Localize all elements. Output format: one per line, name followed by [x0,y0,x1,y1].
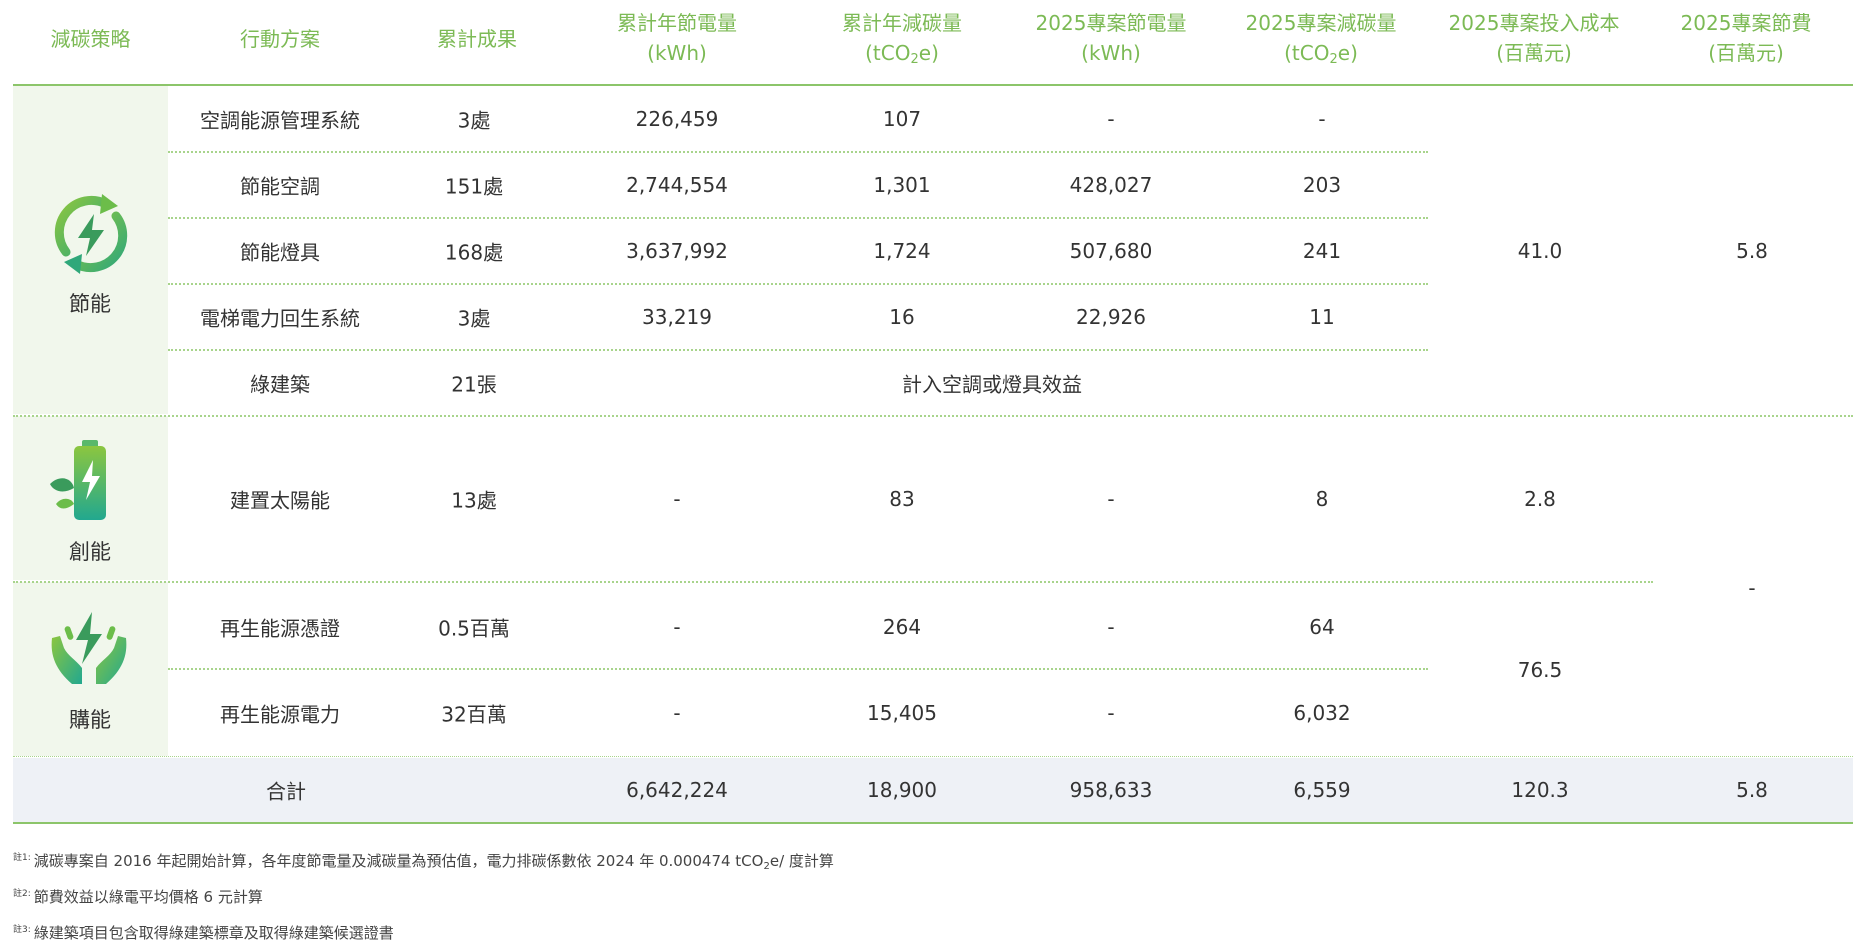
hands-energy-icon [51,612,127,684]
row-proj-t: 8 [1315,487,1329,511]
row-proj-kwh: 22,926 [1076,305,1146,329]
row-divider [168,217,1428,219]
header-proj-saving-line2: (kWh) [1081,41,1141,65]
row-cum-kwh: - [673,615,681,639]
total-fee: 5.8 [1736,778,1768,802]
header-proj-reduction: 2025專案減碳量 (tCO2e) [1210,8,1432,75]
footnote-3: 註3: 綠建築項目包含取得綠建築標章及取得綠建築候選證書 [13,924,394,942]
create-buy-fee: - [1748,576,1756,600]
row-proj-kwh: 428,027 [1069,173,1153,197]
row-proj-t: 64 [1309,615,1335,639]
row-proj-kwh: - [1107,701,1115,725]
row-action: 節能燈具 [240,240,320,265]
row-proj-kwh: - [1107,107,1115,131]
total-proj-t: 6,559 [1293,778,1351,802]
row-proj-t: 241 [1302,239,1342,263]
category-save-label: 節能 [69,292,111,316]
total-top-rule [13,756,1853,757]
header-action: 行動方案 [240,27,320,51]
total-cum-t: 18,900 [867,778,937,802]
header-cum-reduction: 累計年減碳量 (tCO2e) [802,8,1002,75]
header-cumulative: 累計成果 [437,27,517,51]
row-cum-kwh: - [673,701,681,725]
footnote-2: 註2: 節費效益以綠電平均價格 6 元計算 [13,888,263,906]
total-cost: 120.3 [1511,778,1569,802]
table-bottom-rule [13,822,1853,824]
row-action: 電梯電力回生系統 [200,306,360,331]
row-divider [168,283,1428,285]
row-action: 空調能源管理系統 [200,108,360,133]
row-divider [168,151,1428,153]
row-cum-t: 107 [882,107,922,131]
header-rule [13,84,1853,86]
category-buy-label: 購能 [69,708,111,732]
row-action: 再生能源憑證 [220,616,340,641]
header-proj-saving-line1: 2025專案節電量 [1035,11,1187,35]
row-result: 21張 [451,372,497,397]
row-result: 13處 [451,488,497,513]
row-cum-t: 15,405 [867,701,937,725]
save-fee: 5.8 [1736,239,1768,263]
header-cum-reduction-line2: (tCO2e) [865,41,939,67]
row-cum-kwh: 226,459 [635,107,719,131]
battery-leaf-icon [50,440,106,520]
header-proj-cost-line2: (百萬元) [1496,41,1572,65]
row-proj-kwh: - [1107,615,1115,639]
row-proj-t: 203 [1302,173,1342,197]
header-proj-fee-line1: 2025專案節費 [1680,11,1812,35]
row-result: 3處 [457,306,491,331]
row-action: 綠建築 [250,372,310,397]
section-divider [13,415,1853,417]
merged-note: 計入空調或燈具效益 [902,372,1082,397]
row-cum-t: 1,724 [873,239,931,263]
row-result: 0.5百萬 [438,616,510,641]
energy-saving-cycle-icon [54,194,128,274]
header-proj-reduction-line2: (tCO2e) [1284,41,1358,67]
row-cum-kwh: 3,637,992 [626,239,728,263]
footnote-1: 註1: 減碳專案自 2016 年起開始計算，各年度節電量及減碳量為預估值，電力排碳… [13,852,834,872]
header-strategy: 減碳策略 [50,27,131,51]
header-proj-saving: 2025專案節電量 (kWh) [1000,8,1222,68]
header-cum-saving-line2: (kWh) [647,41,707,65]
row-proj-t: 11 [1309,305,1335,329]
row-action: 建置太陽能 [230,488,330,513]
buy-cost: 76.5 [1517,658,1563,682]
row-cum-kwh: - [673,487,681,511]
header-proj-cost: 2025專案投入成本 (百萬元) [1418,8,1650,68]
row-divider [168,668,1428,670]
header-cum-saving-line1: 累計年節電量 [617,11,737,35]
row-proj-kwh: 507,680 [1069,239,1153,263]
total-proj-kwh: 958,633 [1069,778,1153,802]
header-cum-reduction-line1: 累計年減碳量 [842,11,962,35]
header-proj-fee-line2: (百萬元) [1708,41,1784,65]
row-action: 再生能源電力 [220,702,340,727]
row-divider [168,349,1428,351]
save-cost: 41.0 [1517,239,1563,263]
row-cum-t: 16 [889,305,915,329]
row-proj-t: 6,032 [1293,701,1351,725]
row-result: 3處 [457,108,491,133]
header-proj-reduction-line1: 2025專案減碳量 [1245,11,1397,35]
row-proj-t: - [1318,107,1326,131]
row-result: 32百萬 [441,702,507,727]
header-proj-fee: 2025專案節費 (百萬元) [1640,8,1852,68]
total-label: 合計 [266,779,306,804]
row-cum-t: 1,301 [873,173,931,197]
row-result: 168處 [444,240,504,265]
section-divider [13,581,1653,583]
row-cum-t: 83 [889,487,915,511]
row-action: 節能空調 [240,174,320,199]
create-cost: 2.8 [1524,487,1556,511]
row-cum-kwh: 2,744,554 [626,173,728,197]
total-cum-kwh: 6,642,224 [626,778,728,802]
row-cum-t: 264 [882,615,922,639]
row-cum-kwh: 33,219 [642,305,712,329]
row-result: 151處 [444,174,504,199]
header-proj-cost-line1: 2025專案投入成本 [1448,11,1620,35]
category-create-label: 創能 [69,540,111,564]
header-cum-saving: 累計年節電量 (kWh) [577,8,777,68]
row-proj-kwh: - [1107,487,1115,511]
